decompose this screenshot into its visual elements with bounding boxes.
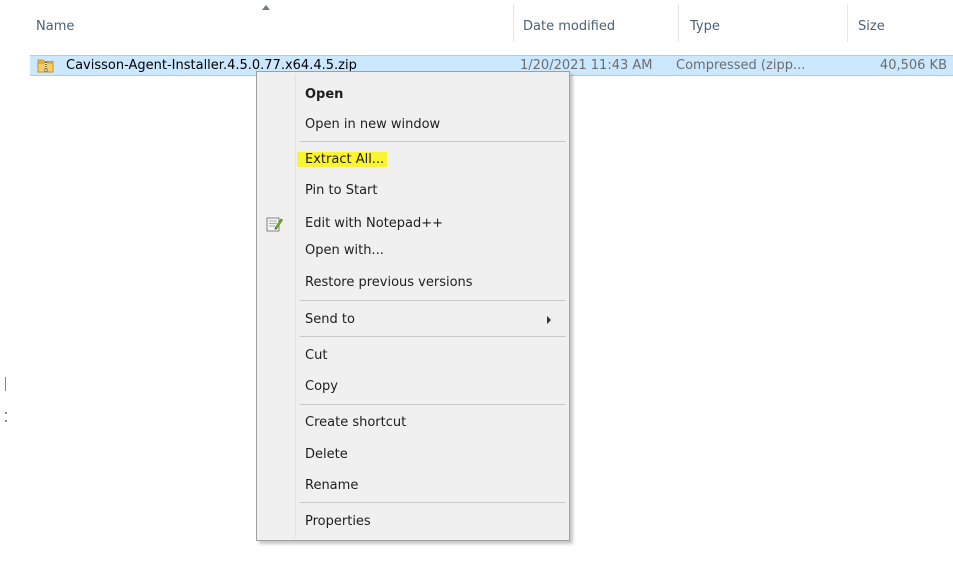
context-menu: Open Open in new window Extract All... P… — [256, 71, 570, 541]
zip-folder-icon — [37, 59, 54, 73]
menu-item-open-with[interactable]: Open with... — [297, 238, 387, 264]
submenu-arrow-icon — [547, 316, 551, 324]
menu-item-properties[interactable]: Properties — [297, 509, 374, 535]
column-divider[interactable] — [678, 4, 679, 42]
menu-item-create-shortcut[interactable]: Create shortcut — [297, 410, 409, 436]
menu-item-label: Open — [305, 87, 344, 102]
notepad-plus-plus-icon — [266, 217, 283, 232]
menu-item-rename[interactable]: Rename — [297, 473, 361, 499]
menu-separator — [300, 404, 566, 405]
menu-item-label: Delete — [305, 447, 348, 462]
menu-item-send-to[interactable]: Send to — [297, 307, 358, 333]
menu-item-label: Copy — [305, 379, 338, 394]
column-size[interactable]: Size — [858, 17, 885, 37]
menu-item-label: Edit with Notepad++ — [305, 216, 444, 231]
menu-item-label: Properties — [305, 514, 371, 529]
column-header: Name Date modified Type Size — [0, 0, 953, 42]
menu-item-label: Send to — [305, 312, 355, 327]
menu-item-extract-all[interactable]: Extract All... — [297, 147, 388, 173]
file-type: Compressed (zipp... — [676, 58, 806, 73]
menu-item-label: Rename — [305, 478, 359, 493]
edge-mark — [5, 420, 7, 422]
menu-separator — [300, 336, 566, 337]
menu-item-label: Create shortcut — [305, 415, 407, 430]
menu-item-open[interactable]: Open — [297, 82, 346, 108]
menu-item-label: Open with... — [305, 243, 384, 258]
menu-item-label: Open in new window — [305, 117, 441, 132]
menu-item-restore-previous[interactable]: Restore previous versions — [297, 270, 476, 296]
menu-item-delete[interactable]: Delete — [297, 442, 351, 468]
edge-mark — [5, 412, 7, 414]
menu-separator — [300, 300, 566, 301]
menu-item-label: Pin to Start — [305, 183, 378, 198]
menu-item-open-new-window[interactable]: Open in new window — [297, 112, 443, 138]
column-divider[interactable] — [847, 4, 848, 42]
menu-item-label: Restore previous versions — [305, 275, 473, 290]
column-name[interactable]: Name — [36, 17, 74, 37]
edge-mark — [5, 377, 6, 391]
column-divider[interactable] — [513, 4, 514, 42]
menu-separator — [300, 141, 566, 142]
menu-item-label: Extract All... — [297, 152, 388, 167]
menu-item-cut[interactable]: Cut — [297, 343, 330, 369]
menu-item-label: Cut — [305, 348, 328, 363]
column-type[interactable]: Type — [690, 17, 720, 37]
column-date-modified[interactable]: Date modified — [523, 17, 615, 37]
file-size: 40,506 KB — [879, 58, 947, 73]
menu-separator — [300, 502, 566, 503]
menu-item-pin-to-start[interactable]: Pin to Start — [297, 178, 380, 204]
sort-ascending-icon — [262, 5, 270, 10]
menu-item-copy[interactable]: Copy — [297, 374, 341, 400]
menu-item-edit-notepad[interactable]: Edit with Notepad++ — [297, 211, 446, 237]
menu-icon-gutter — [295, 74, 296, 538]
